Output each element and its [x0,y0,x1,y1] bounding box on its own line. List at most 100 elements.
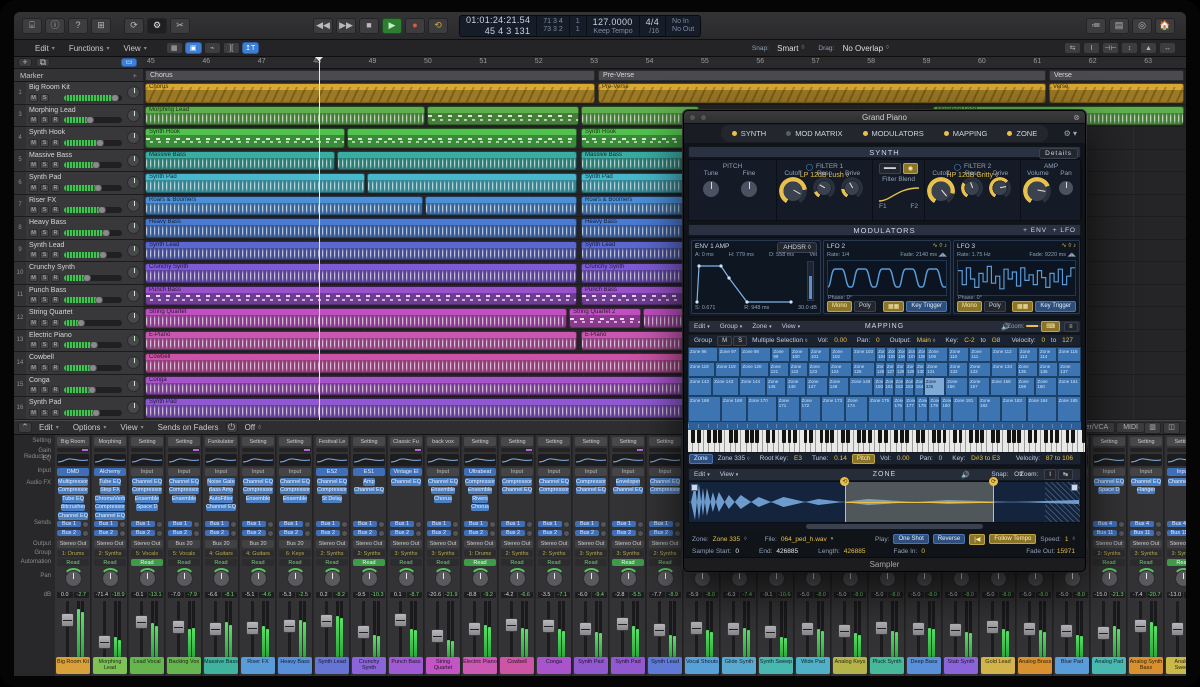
black-key[interactable] [959,430,963,443]
send-slot[interactable]: Bus 2 [168,529,200,537]
channel-strip-4[interactable]: SettingInputChannel EQCompressorEnsemble… [166,435,202,676]
lfo2-poly-button[interactable]: Poly [854,301,876,312]
track-solo-button[interactable]: S [40,116,49,124]
db-fader-value[interactable]: -6.3 [723,592,739,598]
track-level-meter[interactable] [64,252,122,258]
zoom-v-icon[interactable]: ↕ [1121,42,1138,54]
fx-slot[interactable]: Channel EQ [539,478,569,486]
send-slot[interactable]: Bus 4 [1130,520,1162,528]
env-param[interactable]: H: 779 ms [729,252,754,258]
black-key[interactable] [980,430,984,443]
lfo3-steps-chip[interactable]: ▦▦ [1012,301,1033,312]
input-slot[interactable]: Input [501,468,533,476]
root-key-value[interactable]: E3 [794,455,802,462]
black-key[interactable] [894,430,898,443]
region-morphing-lead[interactable]: Morphing Lead [145,106,425,126]
fx-slot[interactable]: Enveloper [616,478,641,486]
send-slot[interactable]: Bus 2 [575,529,607,537]
pan-knob[interactable] [620,570,637,587]
db-fader-value[interactable]: -5.0 [1056,592,1072,598]
fader-cap[interactable] [616,617,629,631]
region-e-piano[interactable]: E-Piano [145,331,577,351]
media-browser-icon[interactable]: 🏠 [1155,18,1175,34]
send-bus[interactable]: Bus 1 [612,521,636,527]
fx-slot[interactable]: Channel EQ [354,487,384,495]
black-key[interactable] [868,430,872,443]
auto-zoom-button[interactable]: ▭ [121,58,137,67]
send-slot[interactable]: Bus 4 [1167,520,1186,528]
track-record-button[interactable]: R [51,341,60,349]
send-knob[interactable] [304,521,311,528]
send-knob[interactable] [637,521,644,528]
track-pan-knob[interactable] [127,379,140,392]
zone-cell[interactable]: Zone 173 [821,396,845,422]
send-slot[interactable]: Bus 4 [1093,520,1125,528]
track-mute-button[interactable]: M [29,206,38,214]
input-slot[interactable]: Input [205,468,237,476]
group-slot[interactable]: 3: Synths [427,550,459,557]
track-level-meter[interactable] [64,297,122,303]
region-synth-pad[interactable]: Synth Pad [145,173,365,193]
fx-slot[interactable]: Multipressor [58,478,88,486]
send-bus[interactable]: Bus 2 [57,530,81,536]
track-level-meter[interactable] [64,387,122,393]
track-name-chip-25[interactable]: Stab Synth [944,657,978,674]
play-button[interactable]: ▶ [382,18,402,34]
group-slot[interactable]: 5: Vocals [168,550,200,557]
zone-cell[interactable]: Zone 169 [721,396,747,422]
send-bus[interactable]: Bus 1 [501,521,525,527]
send-knob[interactable] [341,530,348,537]
automation-mode[interactable]: Read [94,559,126,566]
track-name-chip-20[interactable]: Synth Sweep [759,657,793,674]
send-bus[interactable]: Bus 2 [205,530,229,536]
strip-setting-button[interactable]: Setting [168,437,200,446]
track-record-button[interactable]: R [51,161,60,169]
track-level-meter[interactable] [64,365,122,371]
zone-edit-menu[interactable]: Edit▾ [689,471,715,478]
lcd-locators[interactable]: 71 3 4 73 3 2 [537,16,569,36]
db-fader-value[interactable]: -5.9 [686,592,702,598]
send-knob[interactable] [600,521,607,528]
zone-cell[interactable]: Zone 143 [712,377,739,396]
send-bus[interactable]: Bus 2 [168,530,192,536]
fader-cap[interactable] [949,623,962,637]
fx-slot[interactable]: Channel EQ [650,478,680,486]
region-riser-fx[interactable] [425,196,577,216]
zone-cell[interactable]: Zone 128 [895,362,905,377]
strip-setting-button[interactable]: Setting [1167,437,1186,446]
eq-thumbnail[interactable] [242,454,274,466]
db-fader-value[interactable]: -5.0 [871,592,887,598]
zone-chip[interactable]: Zone [689,454,713,464]
output-slot[interactable]: Stereo Out [1167,540,1186,548]
zone-cell[interactable]: Zone 97 [718,347,741,362]
lfo3-graph[interactable] [957,260,1076,296]
group-pan-value[interactable]: 0 [876,337,880,344]
track-pan-knob[interactable] [127,311,140,324]
black-key[interactable] [755,430,759,443]
loop-region[interactable] [845,482,994,522]
quick-help-icon[interactable]: ? [68,18,88,34]
zone-cell[interactable]: Zone 126 [875,362,885,377]
black-key[interactable] [1082,430,1086,443]
group-slot[interactable]: 2: Synths [501,550,533,557]
fader-cap[interactable] [172,620,185,634]
group-mute-button[interactable]: M [717,336,732,346]
send-slot[interactable]: Bus 2 [131,529,163,537]
fx-slot[interactable]: Channel EQ [243,478,273,486]
fx-slot[interactable]: St Delay [322,495,343,503]
send-slot[interactable]: Bus 2 [501,529,533,537]
send-knob[interactable] [230,530,237,537]
fx-slot[interactable]: Channel EQ [1131,478,1161,486]
send-slot[interactable]: Bus 11 [1130,529,1162,537]
send-bus[interactable]: Bus 2 [575,530,599,536]
duplicate-track-button[interactable]: ⧉ [36,58,50,67]
send-knob[interactable] [563,521,570,528]
db-fader-value[interactable]: -7.0 [168,592,184,598]
pan-knob[interactable] [657,570,674,587]
send-bus[interactable]: Bus 1 [242,521,266,527]
pan-knob[interactable] [879,570,896,587]
output-slot[interactable]: Stereo Out [57,540,89,548]
track-solo-button[interactable]: S [40,364,49,372]
black-key[interactable] [1055,430,1059,443]
track-header-7[interactable]: 9Synth LeadMSR [14,240,143,263]
